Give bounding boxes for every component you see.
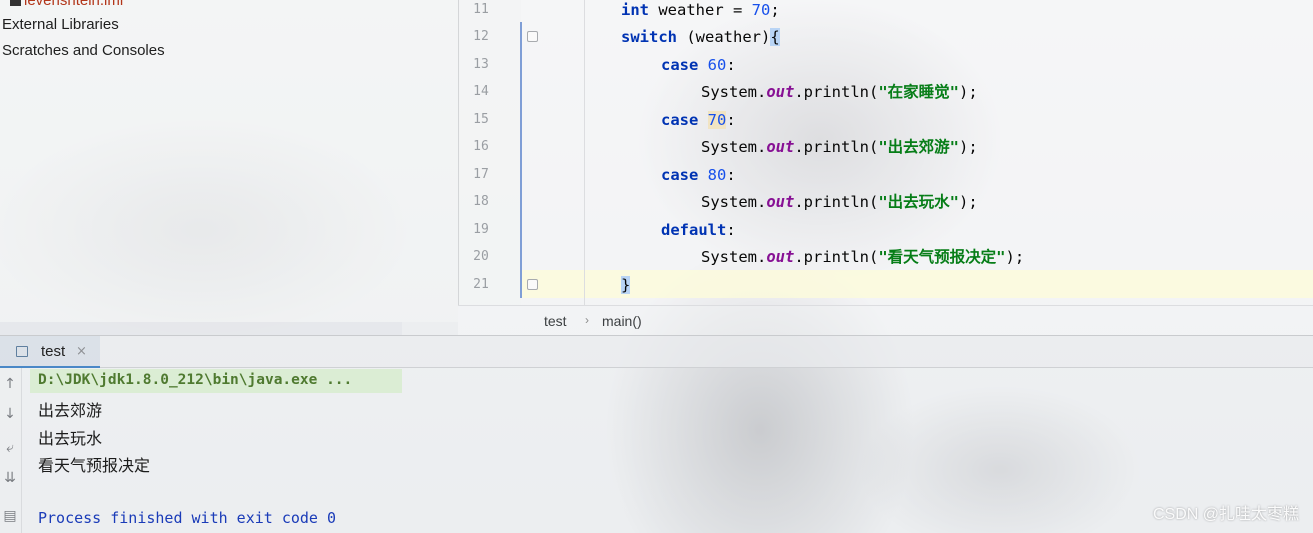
arrow-up-icon[interactable]: ↑ [0, 376, 20, 392]
console-exit-message: Process finished with exit code 0 [38, 509, 337, 527]
arrow-down-icon[interactable]: ↓ [0, 406, 20, 422]
usage-highlight: 70 [707, 111, 727, 129]
indent-guide [584, 0, 585, 305]
close-icon[interactable]: × [76, 344, 87, 359]
console-command-line[interactable]: D:\JDK\jdk1.8.0_212\bin\java.exe ... [38, 372, 352, 388]
code-line-18: System.out.println("出去玩水"); [701, 193, 978, 211]
line-number: 20 [473, 249, 489, 264]
tree-item-scratches-and-consoles[interactable]: Scratches and Consoles [2, 42, 165, 59]
line-number: 16 [473, 139, 489, 154]
run-toolbar: ↑ ↓ ⤶ ⇊ ▤ [0, 368, 22, 533]
project-tree-panel: levenshtein.iml External Libraries Scrat… [0, 0, 458, 322]
console-output-line: 看天气预报决定 [38, 456, 151, 475]
code-line-20: System.out.println("看天气预报决定"); [701, 248, 1025, 266]
code-line-13: case 60: [661, 56, 736, 74]
tab-label: test [41, 343, 66, 360]
line-number: 11 [473, 2, 489, 17]
tree-item-label: Scratches and Consoles [2, 42, 165, 59]
scope-indicator [520, 22, 522, 298]
soft-wrap-icon[interactable]: ⤶ [0, 440, 20, 456]
line-number: 14 [473, 84, 489, 99]
line-number: 21 [473, 277, 489, 292]
tree-item-iml-file[interactable]: levenshtein.iml [10, 0, 123, 9]
run-tab-bar: test × [0, 336, 1313, 368]
code-line-19: default: [661, 221, 736, 239]
current-line-highlight [521, 270, 1313, 298]
console-output-line: 出去郊游 [38, 401, 103, 420]
line-number: 19 [473, 222, 489, 237]
scroll-to-end-icon[interactable]: ⇊ [0, 470, 20, 486]
code-line-11: int weather = 70; [621, 1, 780, 19]
tree-item-label: levenshtein.iml [24, 0, 124, 9]
iml-file-icon [10, 0, 21, 6]
panel-splitter[interactable] [0, 322, 402, 335]
fold-marker-icon[interactable] [527, 31, 538, 42]
run-tool-window: test × ↑ ↓ ⤶ ⇊ ▤ D:\JDK\jdk1.8.0_212\bin… [0, 335, 1313, 533]
code-line-17: case 80: [661, 166, 736, 184]
breadcrumb-item-class[interactable]: test [544, 313, 567, 329]
breadcrumb: test › main() [458, 305, 1313, 335]
chevron-right-icon: › [585, 313, 589, 327]
matched-brace: } [621, 276, 631, 294]
tree-item-label: External Libraries [2, 16, 119, 33]
line-number: 17 [473, 167, 489, 182]
fold-marker-icon[interactable] [527, 279, 538, 290]
print-icon[interactable]: ▤ [0, 508, 20, 524]
code-line-15: case 70: [661, 111, 736, 129]
breadcrumb-item-method[interactable]: main() [602, 313, 642, 329]
console-output-line: 出去玩水 [38, 429, 103, 448]
editor-gutter: 11 12 13 14 15 16 17 18 19 20 21 [459, 0, 521, 305]
code-line-16: System.out.println("出去郊游"); [701, 138, 978, 156]
tab-run-test[interactable]: test × [0, 336, 100, 368]
console-icon [16, 346, 28, 357]
tree-item-external-libraries[interactable]: External Libraries [2, 16, 119, 33]
matched-brace: { [770, 28, 780, 46]
line-number: 13 [473, 57, 489, 72]
csdn-watermark: CSDN @扎哇太枣糕 [1152, 506, 1299, 523]
code-line-21: } [621, 274, 631, 301]
line-number: 18 [473, 194, 489, 209]
code-line-12: switch (weather){ [621, 28, 780, 46]
line-number: 12 [473, 29, 489, 44]
line-number: 15 [473, 112, 489, 127]
code-line-14: System.out.println("在家睡觉"); [701, 83, 978, 101]
code-editor[interactable]: 11 12 13 14 15 16 17 18 19 20 21 int wea… [458, 0, 1313, 305]
